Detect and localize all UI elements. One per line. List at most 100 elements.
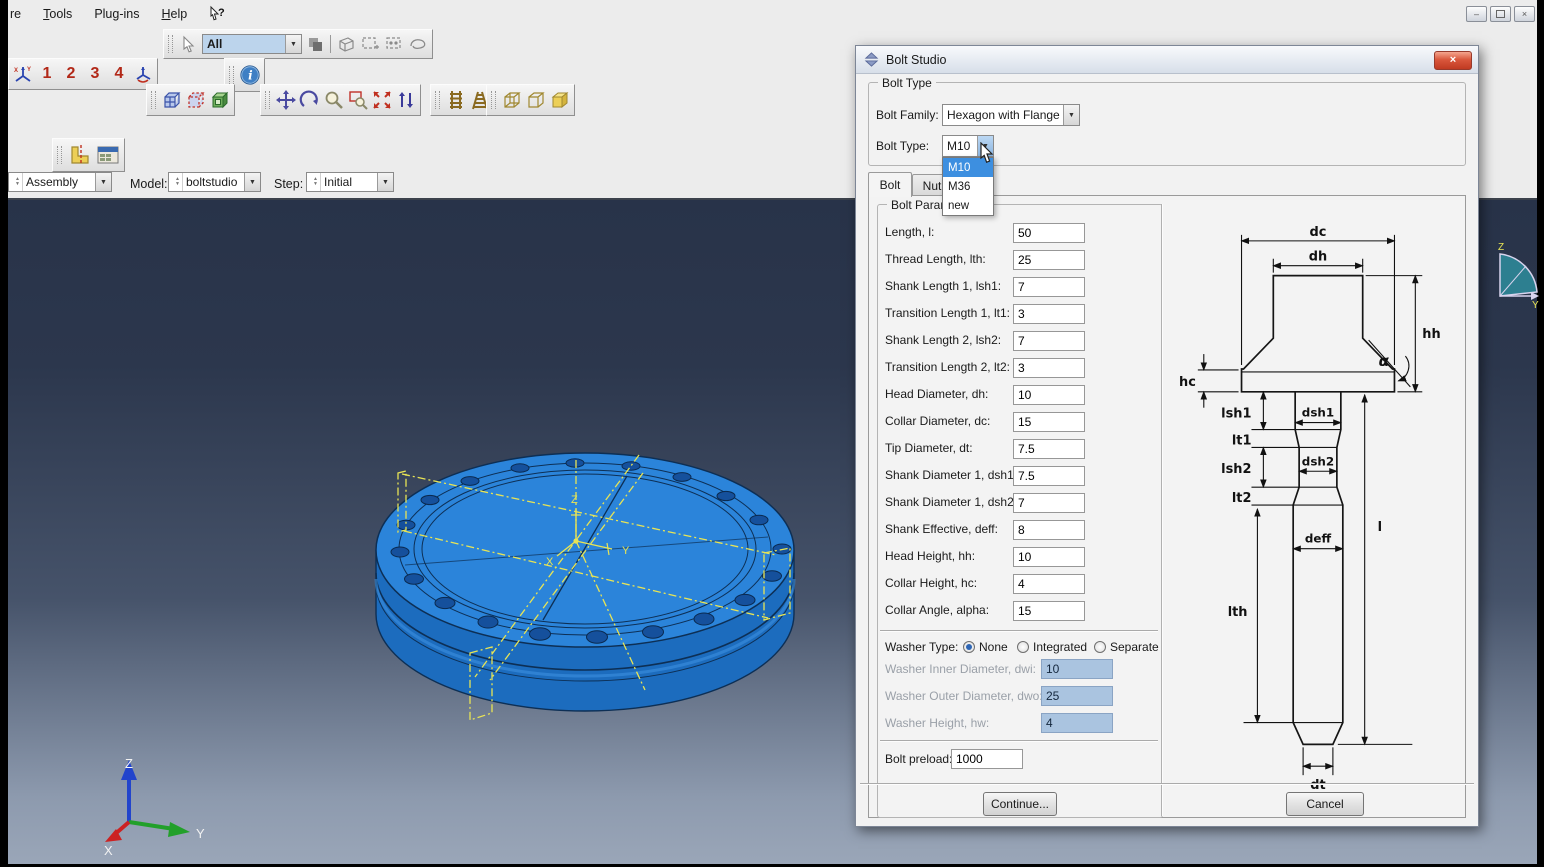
parallel-projection-icon[interactable]	[445, 89, 467, 111]
rotate-icon[interactable]	[299, 89, 321, 111]
toolbar-grip[interactable]	[491, 91, 496, 109]
overlapping-squares-icon[interactable]	[304, 33, 326, 55]
model-combo[interactable]: ▲▼ boltstudio ▼	[168, 172, 261, 192]
zoom-box-icon[interactable]	[347, 89, 369, 111]
param-input-shank-diameter-2[interactable]	[1013, 493, 1085, 513]
spinner-icon[interactable]: ▲▼	[13, 173, 23, 191]
param-input-collar-height[interactable]	[1013, 574, 1085, 594]
cube-solid-icon[interactable]	[549, 89, 571, 111]
param-input-length[interactable]	[1013, 223, 1085, 243]
param-input-shank-length-2[interactable]	[1013, 331, 1085, 351]
flange-model[interactable]: Z Y X	[360, 445, 860, 730]
param-input-thread-length[interactable]	[1013, 250, 1085, 270]
chevron-down-icon[interactable]: ▼	[377, 173, 393, 191]
bolt-preload-input[interactable]	[951, 749, 1023, 769]
minimize-button[interactable]: –	[1466, 6, 1487, 22]
param-input-head-diameter[interactable]	[1013, 385, 1085, 405]
lasso-icon[interactable]	[407, 33, 429, 55]
dashed-rect-plus-icon[interactable]	[359, 33, 381, 55]
magnify-icon[interactable]	[323, 89, 345, 111]
select-arrow-icon[interactable]	[178, 33, 200, 55]
cube-outline-1-icon[interactable]	[501, 89, 523, 111]
menu-item-help[interactable]: Help	[152, 5, 196, 23]
model-y-label: Y	[622, 545, 630, 557]
washer-none-radio[interactable]	[963, 641, 975, 653]
shaded-render-icon[interactable]	[209, 89, 231, 111]
dialog-titlebar[interactable]: Bolt Studio	[856, 46, 1478, 74]
spinner-icon[interactable]: ▲▼	[173, 173, 183, 191]
toolbar-grip[interactable]	[435, 91, 440, 109]
param-input-transition-length-2[interactable]	[1013, 358, 1085, 378]
cancel-button[interactable]: Cancel	[1286, 792, 1364, 816]
wireframe-render-icon[interactable]	[161, 89, 183, 111]
dropdown-option-new[interactable]: new	[943, 196, 993, 215]
dialog-close-button[interactable]: ×	[1434, 51, 1472, 70]
param-input-shank-effective[interactable]	[1013, 520, 1085, 540]
view-4-button[interactable]: 4	[108, 65, 130, 83]
view-1-button[interactable]: 1	[36, 65, 58, 83]
washer-separate-label[interactable]: Separate	[1110, 640, 1159, 654]
param-input-collar-angle[interactable]	[1013, 601, 1085, 621]
bolt-family-combo[interactable]: Hexagon with Flange ▼	[942, 104, 1080, 126]
model-z-label: Z	[571, 494, 578, 506]
chevron-down-icon[interactable]: ▼	[1063, 105, 1079, 125]
toolbar-grip[interactable]	[265, 91, 270, 109]
view-compass[interactable]: Z Y	[1490, 238, 1540, 308]
menu-item-tools[interactable]: Tools	[34, 5, 81, 23]
model-label: Model:	[130, 177, 168, 191]
washer-integrated-radio[interactable]	[1017, 641, 1029, 653]
axis-triad-icon[interactable]: YX	[12, 63, 34, 85]
axis-rotate-icon[interactable]	[132, 63, 154, 85]
restore-button[interactable]	[1490, 6, 1511, 22]
svg-text:i: i	[248, 69, 253, 83]
param-input-shank-diameter-1[interactable]	[1013, 466, 1085, 486]
continue-button[interactable]: Continue...	[983, 792, 1057, 816]
wire-box-icon[interactable]	[335, 33, 357, 55]
context-help-cursor-icon[interactable]: ?	[206, 3, 228, 25]
dialog-title: Bolt Studio	[886, 53, 946, 67]
fit-view-icon[interactable]	[371, 89, 393, 111]
toolbar-grip[interactable]	[229, 66, 234, 84]
close-window-button[interactable]: ×	[1514, 6, 1535, 22]
menu-item-plugins[interactable]: Plug-ins	[85, 5, 148, 23]
chevron-down-icon[interactable]: ▼	[95, 173, 111, 191]
tab-bolt[interactable]: Bolt	[868, 172, 912, 197]
instance-manager-icon[interactable]	[95, 142, 121, 168]
param-label: Thread Length, lth:	[885, 252, 986, 266]
view-2-button[interactable]: 2	[60, 65, 82, 83]
svg-text:X: X	[14, 68, 18, 74]
washer-separate-radio[interactable]	[1094, 641, 1106, 653]
dashed-rect-points-icon[interactable]	[383, 33, 405, 55]
param-input-collar-diameter[interactable]	[1013, 412, 1085, 432]
washer-outer-diameter-input	[1041, 686, 1113, 706]
selection-toolbar: All ▼	[163, 29, 433, 59]
toolbar-grip[interactable]	[57, 146, 62, 164]
selection-filter-combo[interactable]: All ▼	[202, 34, 302, 54]
menu-item-feature[interactable]: re	[8, 5, 30, 23]
param-input-shank-length-1[interactable]	[1013, 277, 1085, 297]
step-combo[interactable]: ▲▼ Initial ▼	[306, 172, 394, 192]
cube-outline-2-icon[interactable]	[525, 89, 547, 111]
menu-underline: H	[161, 7, 170, 21]
washer-type-label: Washer Type:	[885, 640, 958, 654]
view-3-button[interactable]: 3	[84, 65, 106, 83]
diagram-dsh2-label: dsh2	[1302, 454, 1334, 468]
module-combo[interactable]: ▲▼ Assembly ▼	[8, 172, 112, 192]
toolbar-grip[interactable]	[168, 35, 173, 53]
chevron-down-icon[interactable]: ▼	[285, 35, 301, 53]
create-instance-icon[interactable]	[67, 142, 93, 168]
spinner-icon[interactable]: ▲▼	[311, 173, 321, 191]
diagram-lsh1-label: lsh1	[1221, 407, 1251, 422]
chevron-down-icon[interactable]: ▼	[244, 173, 260, 191]
param-input-transition-length-1[interactable]	[1013, 304, 1085, 324]
param-input-head-height[interactable]	[1013, 547, 1085, 567]
param-input-tip-diameter[interactable]	[1013, 439, 1085, 459]
toolbar-grip[interactable]	[151, 91, 156, 109]
pan-icon[interactable]	[275, 89, 297, 111]
washer-none-label[interactable]: None	[979, 640, 1008, 654]
dropdown-option-m36[interactable]: M36	[943, 177, 993, 196]
info-icon[interactable]: i	[239, 64, 261, 86]
washer-integrated-label[interactable]: Integrated	[1033, 640, 1087, 654]
cycle-views-icon[interactable]	[395, 89, 417, 111]
hidden-line-render-icon[interactable]	[185, 89, 207, 111]
